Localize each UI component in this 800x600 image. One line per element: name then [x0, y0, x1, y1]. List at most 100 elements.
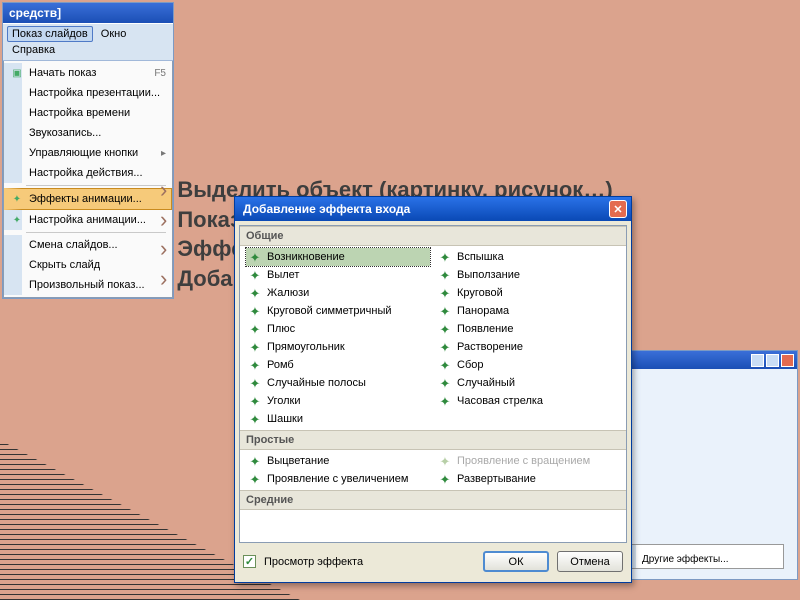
effect-item[interactable]: ✦ Проявление с вращением — [436, 452, 620, 470]
star-icon: ✦ — [248, 394, 262, 408]
effect-item[interactable]: ✦Жалюзи — [246, 284, 430, 302]
bgwin-close-icon — [781, 354, 794, 367]
effect-label: Случайный — [457, 377, 515, 389]
bgwin-max-icon — [766, 354, 779, 367]
effect-item[interactable]: ✦ Шашки — [246, 410, 430, 428]
bgwin-min-icon — [751, 354, 764, 367]
effect-item[interactable]: ✦Возникновение — [246, 248, 430, 266]
effect-item[interactable]: ✦ Выцветание — [246, 452, 430, 470]
menu-item[interactable]: Настройка времени — [4, 103, 172, 123]
star-icon: ✦ — [438, 286, 452, 300]
star-icon: ✦ — [248, 286, 262, 300]
slideshow-menu-screenshot: средств] Показ слайдов Окно Справка ▣ На… — [2, 2, 174, 299]
effect-label: Вспышка — [457, 251, 504, 263]
menu-item-label: Звукозапись... — [29, 127, 161, 139]
menu-item-icon — [10, 146, 24, 160]
menu-item[interactable]: Смена слайдов... — [4, 235, 172, 255]
menu-item-label: Настройка анимации... — [29, 214, 161, 226]
star-icon: ✦ — [248, 268, 262, 282]
effect-item[interactable]: ✦ Растворение — [436, 338, 620, 356]
effect-item[interactable]: ✦Выползание — [436, 266, 620, 284]
menu-window[interactable]: Окно — [96, 26, 132, 42]
effect-item[interactable]: ✦Круговой — [436, 284, 620, 302]
menu-item[interactable]: Скрыть слайд — [4, 255, 172, 275]
effect-item[interactable]: ✦Часовая стрелка — [436, 392, 620, 410]
star-icon: ✦ — [438, 340, 452, 354]
effect-label: Плюс — [267, 323, 295, 335]
effect-item[interactable]: ✦Уголки — [246, 392, 430, 410]
menu-item-label: Эффекты анимации... — [29, 193, 160, 205]
effect-label: Шашки — [267, 413, 303, 425]
star-icon: ✦ — [438, 376, 452, 390]
effect-label: Растворение — [457, 341, 523, 353]
effect-label: Круговой симметричный — [267, 305, 392, 317]
menu-item[interactable]: Настройка презентации... — [4, 83, 172, 103]
effect-item[interactable]: ✦Круговой симметричный — [246, 302, 430, 320]
effect-item[interactable]: ✦Прямоугольник — [246, 338, 430, 356]
dialog-titlebar[interactable]: Добавление эффекта входа ✕ — [235, 197, 631, 221]
effect-label: Проявление с вращением — [457, 455, 590, 467]
effect-item[interactable]: ✦ Случайный — [436, 374, 620, 392]
menu-item-icon — [10, 258, 24, 272]
star-icon: ✦ — [248, 454, 262, 468]
star-icon: ✦ — [438, 472, 452, 486]
menu-help[interactable]: Справка — [7, 42, 60, 58]
cancel-button[interactable]: Отмена — [557, 551, 623, 572]
effect-item[interactable]: ✦Случайные полосы — [246, 374, 430, 392]
menu-item[interactable]: ✦ Настройка анимации... — [4, 210, 172, 230]
effect-label: Выцветание — [267, 455, 329, 467]
effect-label: Проявление с увеличением — [267, 473, 408, 485]
effect-label: Случайные полосы — [267, 377, 366, 389]
preview-checkbox[interactable]: ✓ — [243, 555, 256, 568]
effect-group-header: Простые — [240, 430, 626, 450]
menu-item-shortcut: ▸ — [161, 148, 166, 159]
effect-label: Ромб — [267, 359, 294, 371]
menu-item-label: Настройка презентации... — [29, 87, 161, 99]
bg-submenu-item-other[interactable]: Другие эффекты... — [620, 551, 783, 568]
menu-item-icon — [10, 106, 24, 120]
menu-slideshow[interactable]: Показ слайдов — [7, 26, 93, 42]
menu-item-icon — [10, 126, 24, 140]
menu-item[interactable]: Произвольный показ... — [4, 275, 172, 295]
effect-label: Часовая стрелка — [457, 395, 543, 407]
effect-label: Выползание — [457, 269, 520, 281]
effect-item[interactable]: ✦Вылет — [246, 266, 430, 284]
dialog-body: Общие✦Возникновение✦Вспышка✦Вылет✦Выполз… — [239, 225, 627, 543]
star-icon: ✦ — [438, 454, 452, 468]
menu-item-icon — [10, 166, 24, 180]
close-icon[interactable]: ✕ — [609, 200, 627, 218]
menu-item-label: Скрыть слайд — [29, 259, 161, 271]
menu-item-icon — [10, 238, 24, 252]
dialog-footer: ✓ Просмотр эффекта ОК Отмена — [235, 543, 631, 582]
star-icon: ✦ — [248, 412, 262, 426]
star-icon: ✦ — [248, 250, 262, 264]
ok-button[interactable]: ОК — [483, 551, 549, 572]
star-icon: ✦ — [438, 304, 452, 318]
effect-label: Панорама — [457, 305, 509, 317]
preview-checkbox-label[interactable]: Просмотр эффекта — [264, 556, 475, 568]
effect-item[interactable]: ✦Сбор — [436, 356, 620, 374]
menu-item[interactable]: Управляющие кнопки ▸ — [4, 143, 172, 163]
effect-item[interactable]: ✦Развертывание — [436, 470, 620, 488]
effect-item[interactable]: ✦ Панорама — [436, 302, 620, 320]
effect-item[interactable]: ✦Появление — [436, 320, 620, 338]
menu-item-label: Управляющие кнопки — [29, 147, 156, 159]
slideshow-dropdown: ▣ Начать показ F5 Настройка презентации.… — [3, 61, 173, 298]
menu-item-icon: ▣ — [10, 66, 24, 80]
effect-item[interactable]: ✦Ромб — [246, 356, 430, 374]
menu-item-label: Настройка действия... — [29, 167, 161, 179]
dialog-title: Добавление эффекта входа — [243, 202, 609, 216]
menu-item[interactable]: ✦ Эффекты анимации... — [4, 188, 172, 210]
menu-item-icon — [10, 278, 24, 292]
star-icon: ✦ — [248, 472, 262, 486]
effect-item[interactable]: ✦Вспышка — [436, 248, 620, 266]
effect-item[interactable]: ✦ Проявление с увеличением — [246, 470, 430, 488]
effect-group-header: Общие — [240, 226, 626, 246]
effect-group-header: Средние — [240, 490, 626, 510]
menu-item[interactable]: Звукозапись... — [4, 123, 172, 143]
effect-item[interactable]: ✦Плюс — [246, 320, 430, 338]
menu-item[interactable]: ▣ Начать показ F5 — [4, 63, 172, 83]
menu-item-icon: ✦ — [10, 213, 24, 227]
menu-item[interactable]: Настройка действия... — [4, 163, 172, 183]
star-icon: ✦ — [248, 340, 262, 354]
